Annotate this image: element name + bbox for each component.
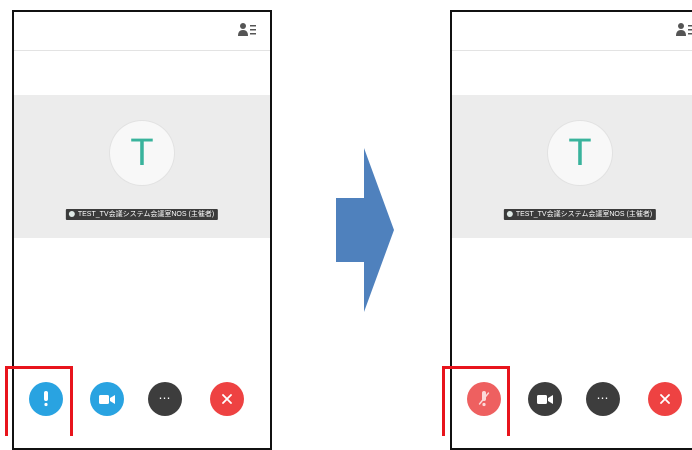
video-button[interactable] (90, 382, 124, 416)
more-icon: ⋯ (158, 390, 172, 405)
close-icon (660, 394, 670, 404)
video-area: T TEST_TV会議システム会議室NOS (主催者) (452, 95, 692, 238)
participant-name-label: TEST_TV会議システム会議室NOS (主催者) (65, 209, 219, 220)
mic-indicator-icon (506, 211, 513, 217)
more-button[interactable]: ⋯ (586, 382, 620, 416)
video-area: T TEST_TV会議システム会議室NOS (主催者) (14, 95, 270, 238)
participant-name: TEST_TV会議システム会議室NOS (主催者) (515, 211, 653, 218)
more-button[interactable]: ⋯ (148, 382, 182, 416)
right-arrow-icon (336, 148, 394, 312)
video-button[interactable] (528, 382, 562, 416)
mic-highlight-box (5, 366, 73, 436)
video-camera-icon (537, 394, 553, 404)
top-bar (452, 12, 692, 51)
top-bar (14, 12, 270, 51)
avatar: T (548, 121, 612, 185)
avatar: T (110, 121, 174, 185)
participants-icon[interactable] (238, 22, 256, 38)
mic-indicator-icon (68, 211, 75, 217)
mic-highlight-box (442, 366, 510, 436)
more-icon: ⋯ (596, 390, 610, 405)
hangup-button[interactable] (648, 382, 682, 416)
video-camera-icon (99, 394, 115, 404)
participants-icon[interactable] (676, 22, 692, 38)
close-icon (222, 394, 232, 404)
participant-name: TEST_TV会議システム会議室NOS (主催者) (77, 211, 215, 218)
hangup-button[interactable] (210, 382, 244, 416)
participant-name-label: TEST_TV会議システム会議室NOS (主催者) (503, 209, 657, 220)
